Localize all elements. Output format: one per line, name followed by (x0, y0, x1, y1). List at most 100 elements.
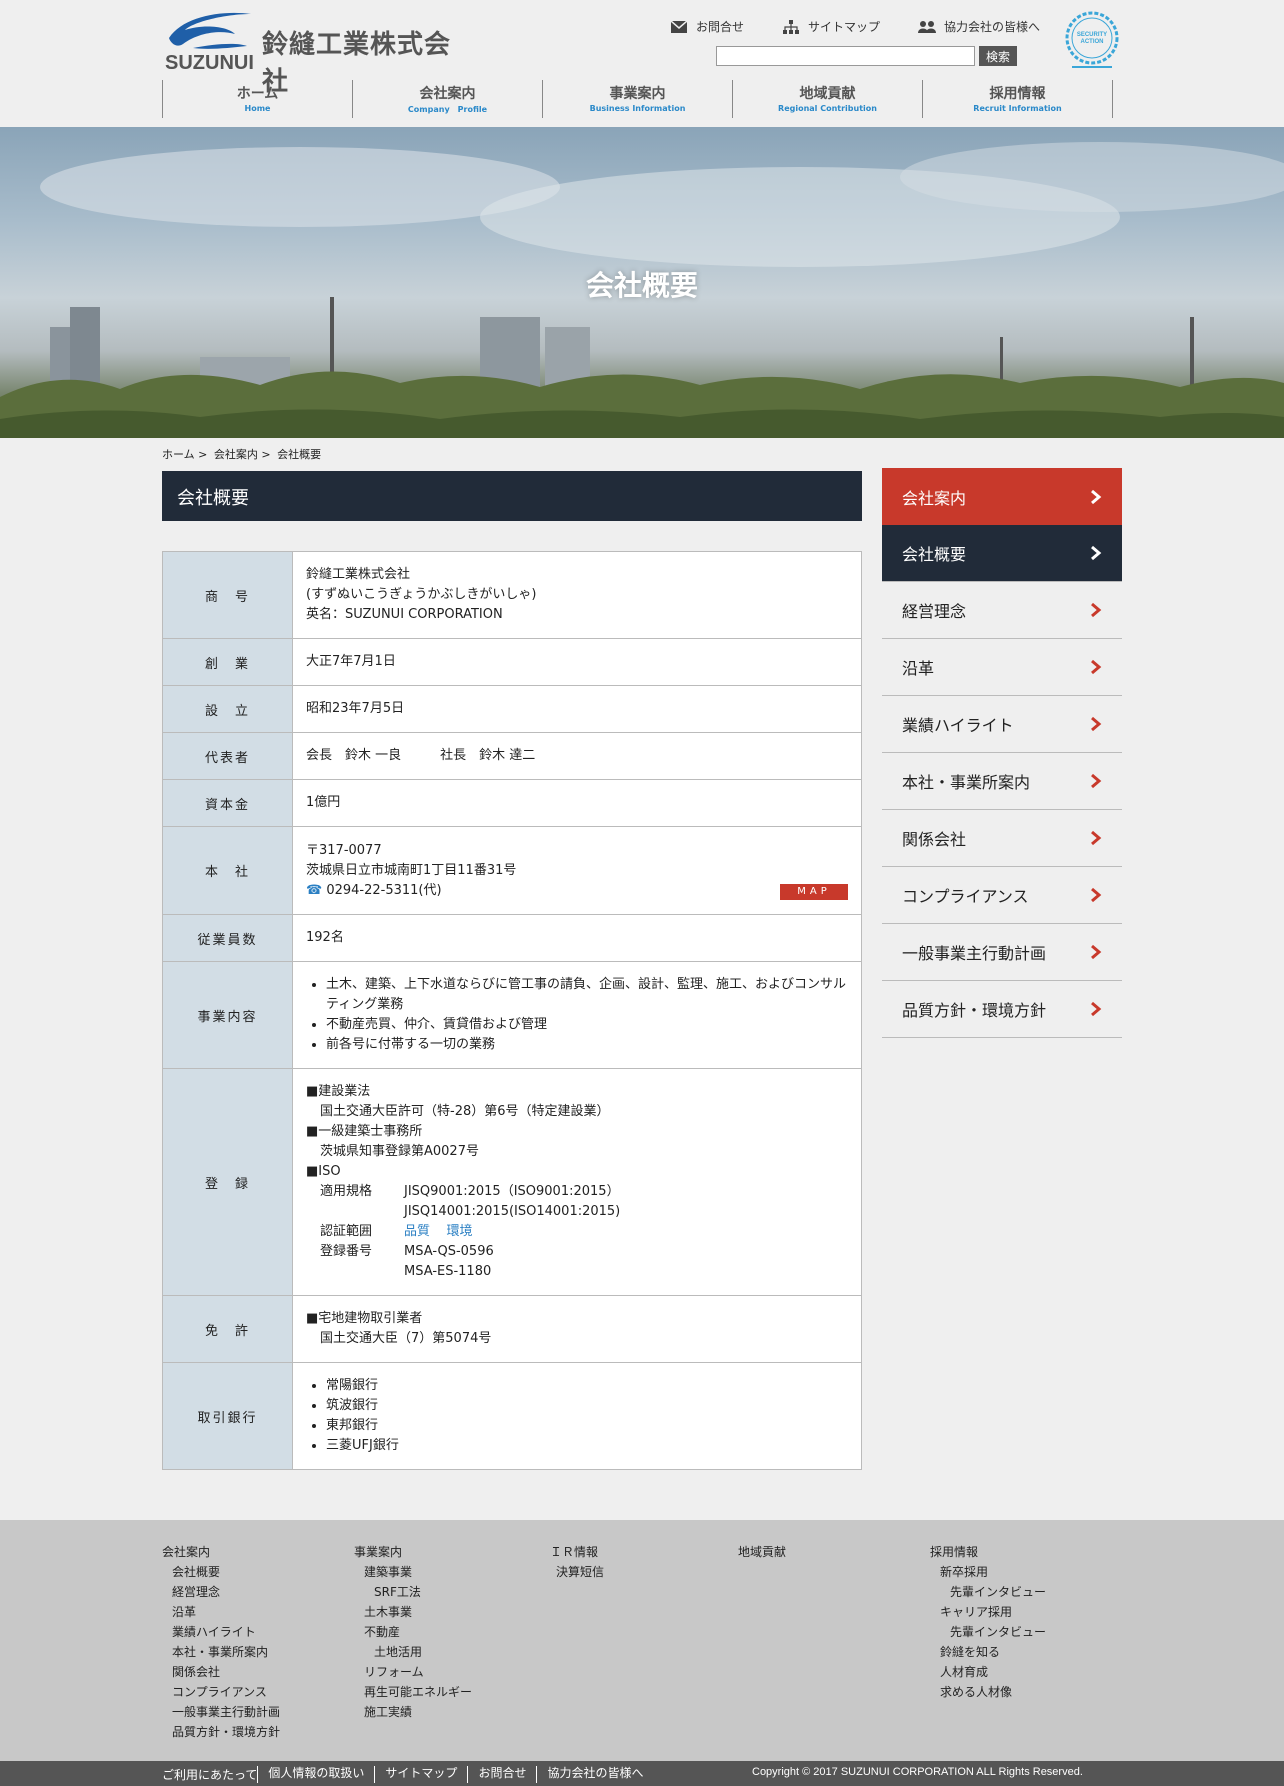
global-nav: ホーム Home 会社案内 Company Profile 事業案内 Busin… (162, 80, 1113, 118)
sidebar-nav: 会社案内 会社概要 経営理念 沿革 業績ハイライト 本社・事業所案内 関係会社 … (882, 468, 1122, 1038)
row-value: ■宅地建物取引業者 国土交通大臣（7）第5074号 (292, 1295, 862, 1363)
sidebar-item-label: 会社案内 (902, 488, 967, 508)
footer-link[interactable]: 採用情報 (930, 1542, 1046, 1562)
chevron-right-icon (1091, 489, 1102, 504)
footer-link[interactable]: 関係会社 (162, 1662, 280, 1682)
list-item: 東邦銀行 (326, 1416, 848, 1436)
footer-link[interactable]: 会社概要 (162, 1562, 280, 1582)
footer-col-business: 事業案内 建築事業 SRF工法 土木事業 不動産 土地活用 リフォーム 再生可能… (354, 1542, 472, 1722)
chevron-right-icon (1091, 602, 1102, 618)
nav-recruit[interactable]: 採用情報 Recruit Information (923, 80, 1113, 118)
breadcrumb-home[interactable]: ホーム (162, 448, 195, 461)
nav-business[interactable]: 事業案内 Business Information (543, 80, 733, 118)
sitemap-footer-link[interactable]: サイトマップ (374, 1766, 467, 1783)
row-label: 資本金 (162, 779, 293, 827)
table-row: 事業内容 土木、建築、上下水道ならびに管工事の請負、企画、設計、監理、施工、およ… (162, 961, 862, 1069)
sidebar-item-highlights[interactable]: 業績ハイライト (882, 696, 1122, 753)
footer-link[interactable]: キャリア採用 (930, 1602, 1046, 1622)
sidebar-item-label: 関係会社 (902, 830, 967, 849)
footer-link[interactable]: 品質方針・環境方針 (162, 1722, 280, 1742)
sidebar-item-company[interactable]: 会社案内 (882, 468, 1122, 525)
footer-link[interactable]: 鈴縫を知る (930, 1642, 1046, 1662)
table-row: 本 社 〒317-0077 茨城県日立市城南町1丁目11番31号 ☎ 0294-… (162, 826, 862, 915)
chevron-right-icon (1091, 1001, 1102, 1017)
footer-link[interactable]: 土木事業 (354, 1602, 472, 1622)
table-row: 資本金 1億円 (162, 779, 862, 827)
table-row: 免 許 ■宅地建物取引業者 国土交通大臣（7）第5074号 (162, 1295, 862, 1363)
postal-code: 〒317-0077 (306, 842, 382, 858)
search-input[interactable] (716, 46, 975, 66)
footer-link[interactable]: 人材育成 (930, 1662, 1046, 1682)
sidebar-item-compliance[interactable]: コンプライアンス (882, 867, 1122, 924)
footer-link[interactable]: 新卒採用 (930, 1562, 1046, 1582)
footer-link[interactable]: コンプライアンス (162, 1682, 280, 1702)
footer-col-regional: 地域貢献 (738, 1542, 786, 1562)
company-logo[interactable]: 鈴縫工業株式会社 SUZUNUI (163, 8, 463, 97)
mail-icon (670, 20, 688, 34)
nav-home[interactable]: ホーム Home (163, 80, 353, 118)
sidebar-item-overview[interactable]: 会社概要 (882, 525, 1122, 582)
footer-link[interactable]: ＩＲ情報 (550, 1542, 604, 1562)
footer-link[interactable]: 求める人材像 (930, 1682, 1046, 1702)
footer-link[interactable]: 先輩インタビュー (930, 1622, 1046, 1642)
footer-link[interactable]: SRF工法 (354, 1582, 472, 1602)
footer-link[interactable]: 会社案内 (162, 1542, 280, 1562)
security-action-badge[interactable]: SECURITY ACTION (1064, 10, 1120, 72)
privacy-link[interactable]: 個人情報の取扱い (257, 1766, 374, 1783)
row-value: 土木、建築、上下水道ならびに管工事の請負、企画、設計、監理、施工、およびコンサル… (292, 961, 862, 1069)
company-name-en: SUZUNUI (165, 52, 254, 74)
hero-banner: 会社概要 (0, 127, 1284, 438)
site-header: 鈴縫工業株式会社 SUZUNUI お問合せ サイトマップ 協力会社の皆様へ 検索 (0, 0, 1284, 127)
partners-link-label: 協力会社の皆様へ (944, 20, 1041, 34)
partners-footer-link[interactable]: 協力会社の皆様へ (536, 1766, 653, 1783)
search-button[interactable]: 検索 (979, 46, 1017, 66)
sidebar-item-label: 品質方針・環境方針 (902, 1001, 1047, 1020)
map-button[interactable]: MAP (780, 884, 848, 900)
row-value: 〒317-0077 茨城県日立市城南町1丁目11番31号 ☎ 0294-22-5… (292, 826, 862, 915)
sidebar-item-offices[interactable]: 本社・事業所案内 (882, 753, 1122, 810)
breadcrumb-company[interactable]: 会社案内 (214, 448, 258, 461)
environment-link[interactable]: 環境 (447, 1224, 473, 1239)
contact-link[interactable]: お問合せ (670, 18, 744, 35)
terms-link[interactable]: ご利用にあたって (162, 1766, 257, 1783)
nav-company[interactable]: 会社案内 Company Profile (353, 80, 543, 118)
footer-col-recruit: 採用情報 新卒採用 先輩インタビュー キャリア採用 先輩インタビュー 鈴縫を知る… (930, 1542, 1046, 1702)
table-row: 創 業 大正7年7月1日 (162, 638, 862, 686)
footer-link[interactable]: リフォーム (354, 1662, 472, 1682)
footer-link[interactable]: 不動産 (354, 1622, 472, 1642)
footer-link[interactable]: 土地活用 (354, 1642, 472, 1662)
footer-link[interactable]: 沿革 (162, 1602, 280, 1622)
footer-link[interactable]: 施工実績 (354, 1702, 472, 1722)
footer-link[interactable]: 一般事業主行動計画 (162, 1702, 280, 1722)
quality-link[interactable]: 品質 (404, 1224, 430, 1239)
footer-link[interactable]: 業績ハイライト (162, 1622, 280, 1642)
contact-footer-link[interactable]: お問合せ (467, 1766, 536, 1783)
footer-link[interactable]: 決算短信 (550, 1562, 604, 1582)
list-item: 常陽銀行 (326, 1376, 848, 1396)
registration-detail: 国土交通大臣許可（特-28）第6号（特定建設業） (320, 1104, 610, 1119)
sidebar-item-quality-policy[interactable]: 品質方針・環境方針 (882, 981, 1122, 1038)
row-label: 従業員数 (162, 914, 293, 962)
bottom-links: ご利用にあたって 個人情報の取扱い サイトマップ お問合せ 協力会社の皆様へ (162, 1766, 653, 1783)
footer-link[interactable]: 地域貢献 (738, 1542, 786, 1562)
row-value: 常陽銀行 筑波銀行 東邦銀行 三菱UFJ銀行 (292, 1362, 862, 1470)
row-value: 会長 鈴木 一良 社長 鈴木 達二 (292, 732, 862, 780)
footer-link[interactable]: 本社・事業所案内 (162, 1642, 280, 1662)
nav-regional-label: 地域貢献 (799, 86, 856, 102)
iso-value: MSA-ES-1180 (404, 1264, 492, 1279)
footer-col-ir: ＩＲ情報 決算短信 (550, 1542, 604, 1582)
footer-link[interactable]: 建築事業 (354, 1562, 472, 1582)
copyright: Copyright © 2017 SUZUNUI CORPORATION ALL… (752, 1766, 1083, 1778)
sitemap-link[interactable]: サイトマップ (782, 18, 880, 35)
footer-link[interactable]: 経営理念 (162, 1582, 280, 1602)
footer-link[interactable]: 事業案内 (354, 1542, 472, 1562)
registration-detail: 茨城県知事登録第A0027号 (320, 1144, 479, 1159)
footer-link[interactable]: 先輩インタビュー (930, 1582, 1046, 1602)
partners-link[interactable]: 協力会社の皆様へ (918, 18, 1040, 35)
sidebar-item-action-plan[interactable]: 一般事業主行動計画 (882, 924, 1122, 981)
sidebar-item-philosophy[interactable]: 経営理念 (882, 582, 1122, 639)
nav-regional[interactable]: 地域貢献 Regional Contribution (733, 80, 923, 118)
sidebar-item-history[interactable]: 沿革 (882, 639, 1122, 696)
footer-link[interactable]: 再生可能エネルギー (354, 1682, 472, 1702)
sidebar-item-affiliates[interactable]: 関係会社 (882, 810, 1122, 867)
